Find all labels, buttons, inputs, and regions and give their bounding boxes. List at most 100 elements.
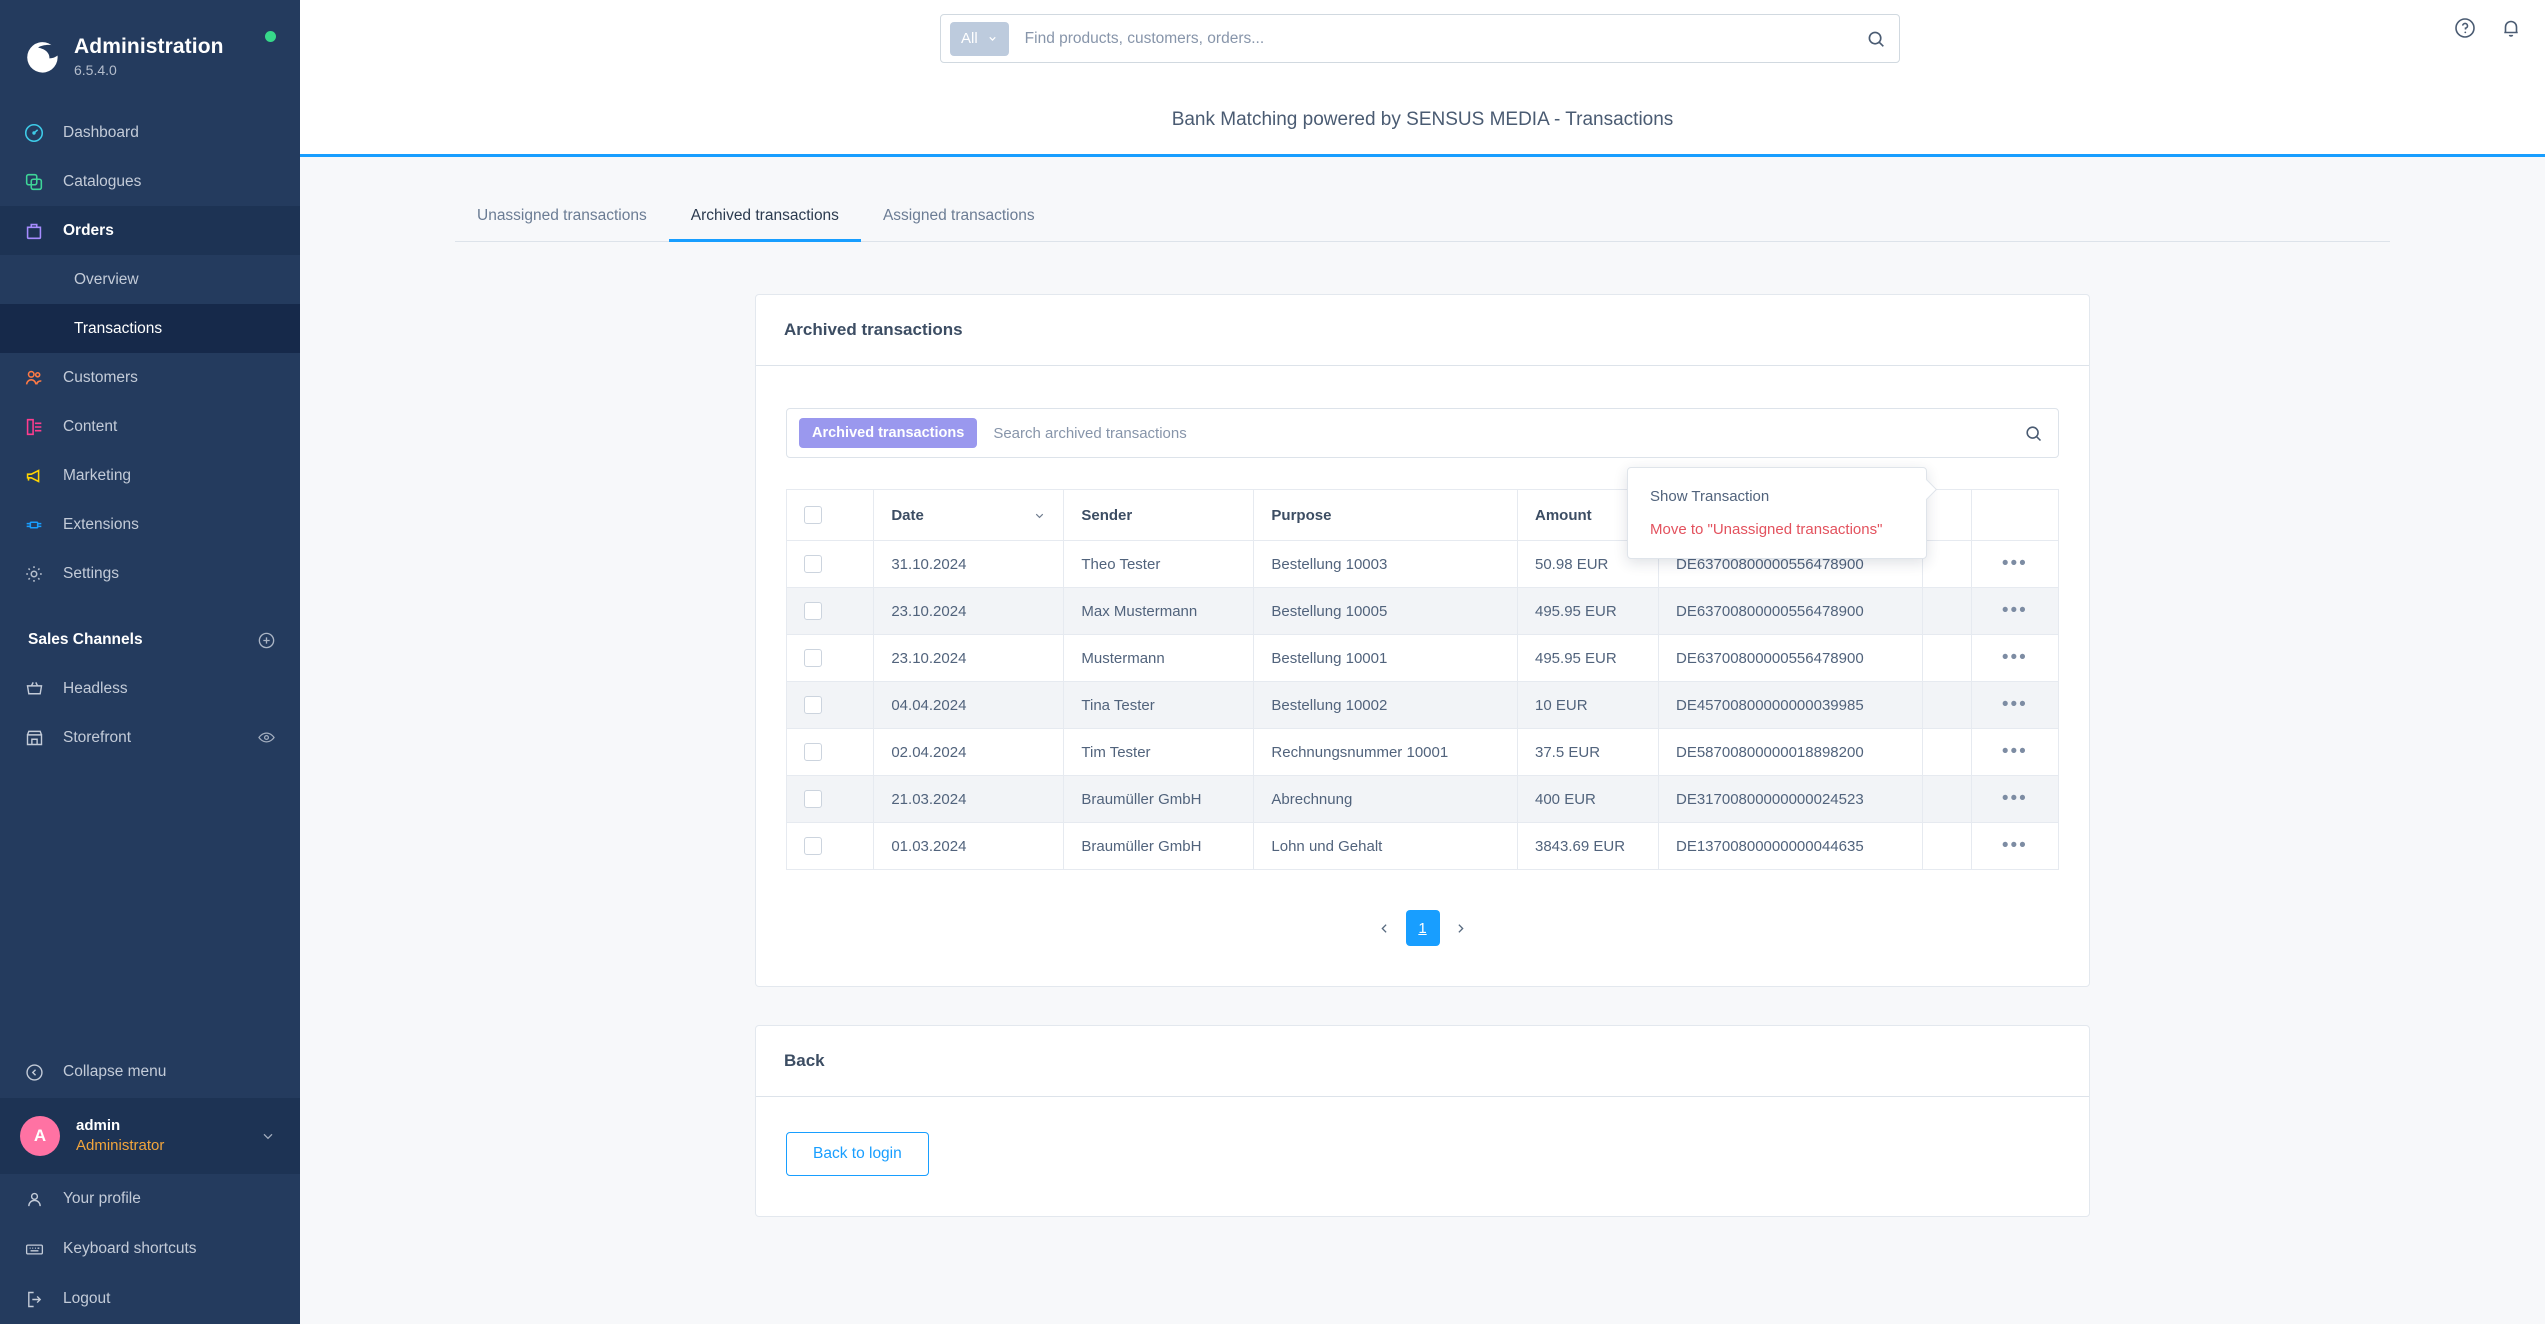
row-menu-button[interactable]: ••• [1989,601,2041,620]
sidebar-channel-storefront[interactable]: Storefront [0,713,300,762]
sidebar-item-label: Marketing [63,466,132,484]
table-row[interactable]: 21.03.2024 Braumüller GmbH Abrechnung 40… [785,775,2060,824]
search-icon[interactable] [1865,28,1887,50]
page-header: Bank Matching powered by SENSUS MEDIA - … [300,85,2545,157]
plug-icon [22,513,46,537]
pagination-page-1[interactable]: 1 [1405,910,1440,947]
sidebar-item-label: Orders [63,221,114,239]
cell-date: 31.10.2024 [873,540,1065,589]
row-checkbox[interactable] [804,649,822,668]
row-checkbox[interactable] [804,696,822,715]
table-row[interactable]: 02.04.2024 Tim Tester Rechnungsnummer 10… [785,728,2060,777]
sidebar-item-marketing[interactable]: Marketing [0,451,300,500]
chevron-down-icon[interactable] [260,1128,276,1144]
archived-search-input[interactable] [993,424,2023,442]
sidebar-item-content[interactable]: Content [0,402,300,451]
row-checkbox[interactable] [804,837,822,856]
brand-title: Administration [74,34,224,58]
cell-spacer [1922,681,1972,730]
content-icon [22,415,46,439]
keyboard-icon [22,1237,46,1261]
cell-sender: Max Mustermann [1063,587,1255,636]
cell-iban: DE45700800000000039985 [1658,681,1923,730]
avatar: A [20,1116,60,1156]
sidebar-subitem-transactions[interactable]: Transactions [0,304,300,353]
cell-purpose: Bestellung 10005 [1253,587,1518,636]
collapse-menu-label: Collapse menu [63,1063,167,1080]
plus-circle-icon[interactable] [257,631,276,650]
row-menu-button[interactable]: ••• [1989,554,2041,573]
search-icon[interactable] [2023,423,2044,444]
main-area: All Find products, customers, orders... … [300,0,2545,1324]
search-input[interactable] [1024,29,1865,48]
table-row[interactable]: 01.03.2024 Braumüller GmbH Lohn und Geha… [785,822,2060,871]
column-header-label: Purpose [1271,506,1332,524]
storefront-icon [22,726,46,750]
row-select-cell [785,728,875,777]
table-row[interactable]: 04.04.2024 Tina Tester Bestellung 10002 … [785,681,2060,730]
sidebar-item-catalogues[interactable]: Catalogues [0,157,300,206]
help-circle-icon[interactable] [2453,16,2477,40]
sidebar-item-label: Extensions [63,515,139,533]
cell-amount: 495.95 EUR [1517,634,1659,683]
sidebar-item-keyboard-shortcuts[interactable]: Keyboard shortcuts [0,1224,300,1274]
column-purpose[interactable]: Purpose [1253,488,1518,542]
cell-sender: Theo Tester [1063,540,1255,589]
user-menu[interactable]: A admin Administrator [0,1098,300,1174]
tab-unassigned-transactions[interactable]: Unassigned transactions [455,197,669,241]
topbar: All [300,0,2545,85]
collapse-menu-button[interactable]: Collapse menu [0,1046,300,1098]
row-menu-button[interactable]: ••• [1989,836,2041,855]
gauge-icon [22,121,46,145]
sidebar-item-your-profile[interactable]: Your profile [0,1174,300,1224]
row-menu-button[interactable]: ••• [1989,648,2041,667]
row-select-cell [785,681,875,730]
cell-iban: DE58700800000018898200 [1658,728,1923,777]
table-row[interactable]: 23.10.2024 Max Mustermann Bestellung 100… [785,587,2060,636]
cell-iban: DE13700800000000044635 [1658,822,1923,871]
sidebar-item-customers[interactable]: Customers [0,353,300,402]
row-checkbox[interactable] [804,602,822,621]
eye-icon[interactable] [257,728,276,747]
sidebar-item-extensions[interactable]: Extensions [0,500,300,549]
row-checkbox[interactable] [804,790,822,809]
sidebar-brand[interactable]: Administration 6.5.4.0 [0,0,300,92]
cell-amount: 400 EUR [1517,775,1659,824]
sidebar-item-logout[interactable]: Logout [0,1274,300,1324]
sidebar: Administration 6.5.4.0 Dashboard Catalog [0,0,300,1324]
bell-icon[interactable] [2499,16,2523,40]
sidebar-item-label: Catalogues [63,172,142,190]
context-menu-move-to-unassigned[interactable]: Move to "Unassigned transactions" [1628,513,1926,546]
column-header-label: Date [891,506,924,524]
topbar-icons [2453,16,2523,40]
row-menu-button[interactable]: ••• [1989,742,2041,761]
chevron-down-icon [1036,513,1044,518]
shopware-logo-icon [22,38,60,76]
column-sender[interactable]: Sender [1063,488,1255,542]
row-select-cell [785,587,875,636]
sidebar-item-settings[interactable]: Settings [0,549,300,598]
context-menu-show-transaction[interactable]: Show Transaction [1628,480,1926,513]
sidebar-channel-headless[interactable]: Headless [0,664,300,713]
sidebar-item-dashboard[interactable]: Dashboard [0,108,300,157]
row-menu-button[interactable]: ••• [1989,789,2041,808]
cell-sender: Braumüller GmbH [1063,775,1255,824]
sidebar-item-orders[interactable]: Orders [0,206,300,255]
cell-date: 21.03.2024 [873,775,1065,824]
tab-archived-transactions[interactable]: Archived transactions [668,197,862,242]
row-checkbox[interactable] [804,743,822,762]
column-date[interactable]: Date [873,488,1065,542]
sidebar-item-label: Logout [63,1290,111,1307]
pagination-prev[interactable] [1374,913,1396,943]
search-scope-dropdown[interactable]: All [950,21,1009,56]
filter-badge-archived[interactable]: Archived transactions [799,418,978,448]
back-to-login-button[interactable]: Back to login [786,1132,929,1177]
select-all-checkbox[interactable] [804,506,822,525]
row-checkbox[interactable] [804,555,822,574]
sidebar-subitem-overview[interactable]: Overview [0,255,300,304]
cell-purpose: Abrechnung [1253,775,1518,824]
pagination-next[interactable] [1450,913,1472,943]
tab-assigned-transactions[interactable]: Assigned transactions [861,197,1057,241]
row-menu-button[interactable]: ••• [1989,695,2041,714]
table-row[interactable]: 23.10.2024 Mustermann Bestellung 10001 4… [785,634,2060,683]
